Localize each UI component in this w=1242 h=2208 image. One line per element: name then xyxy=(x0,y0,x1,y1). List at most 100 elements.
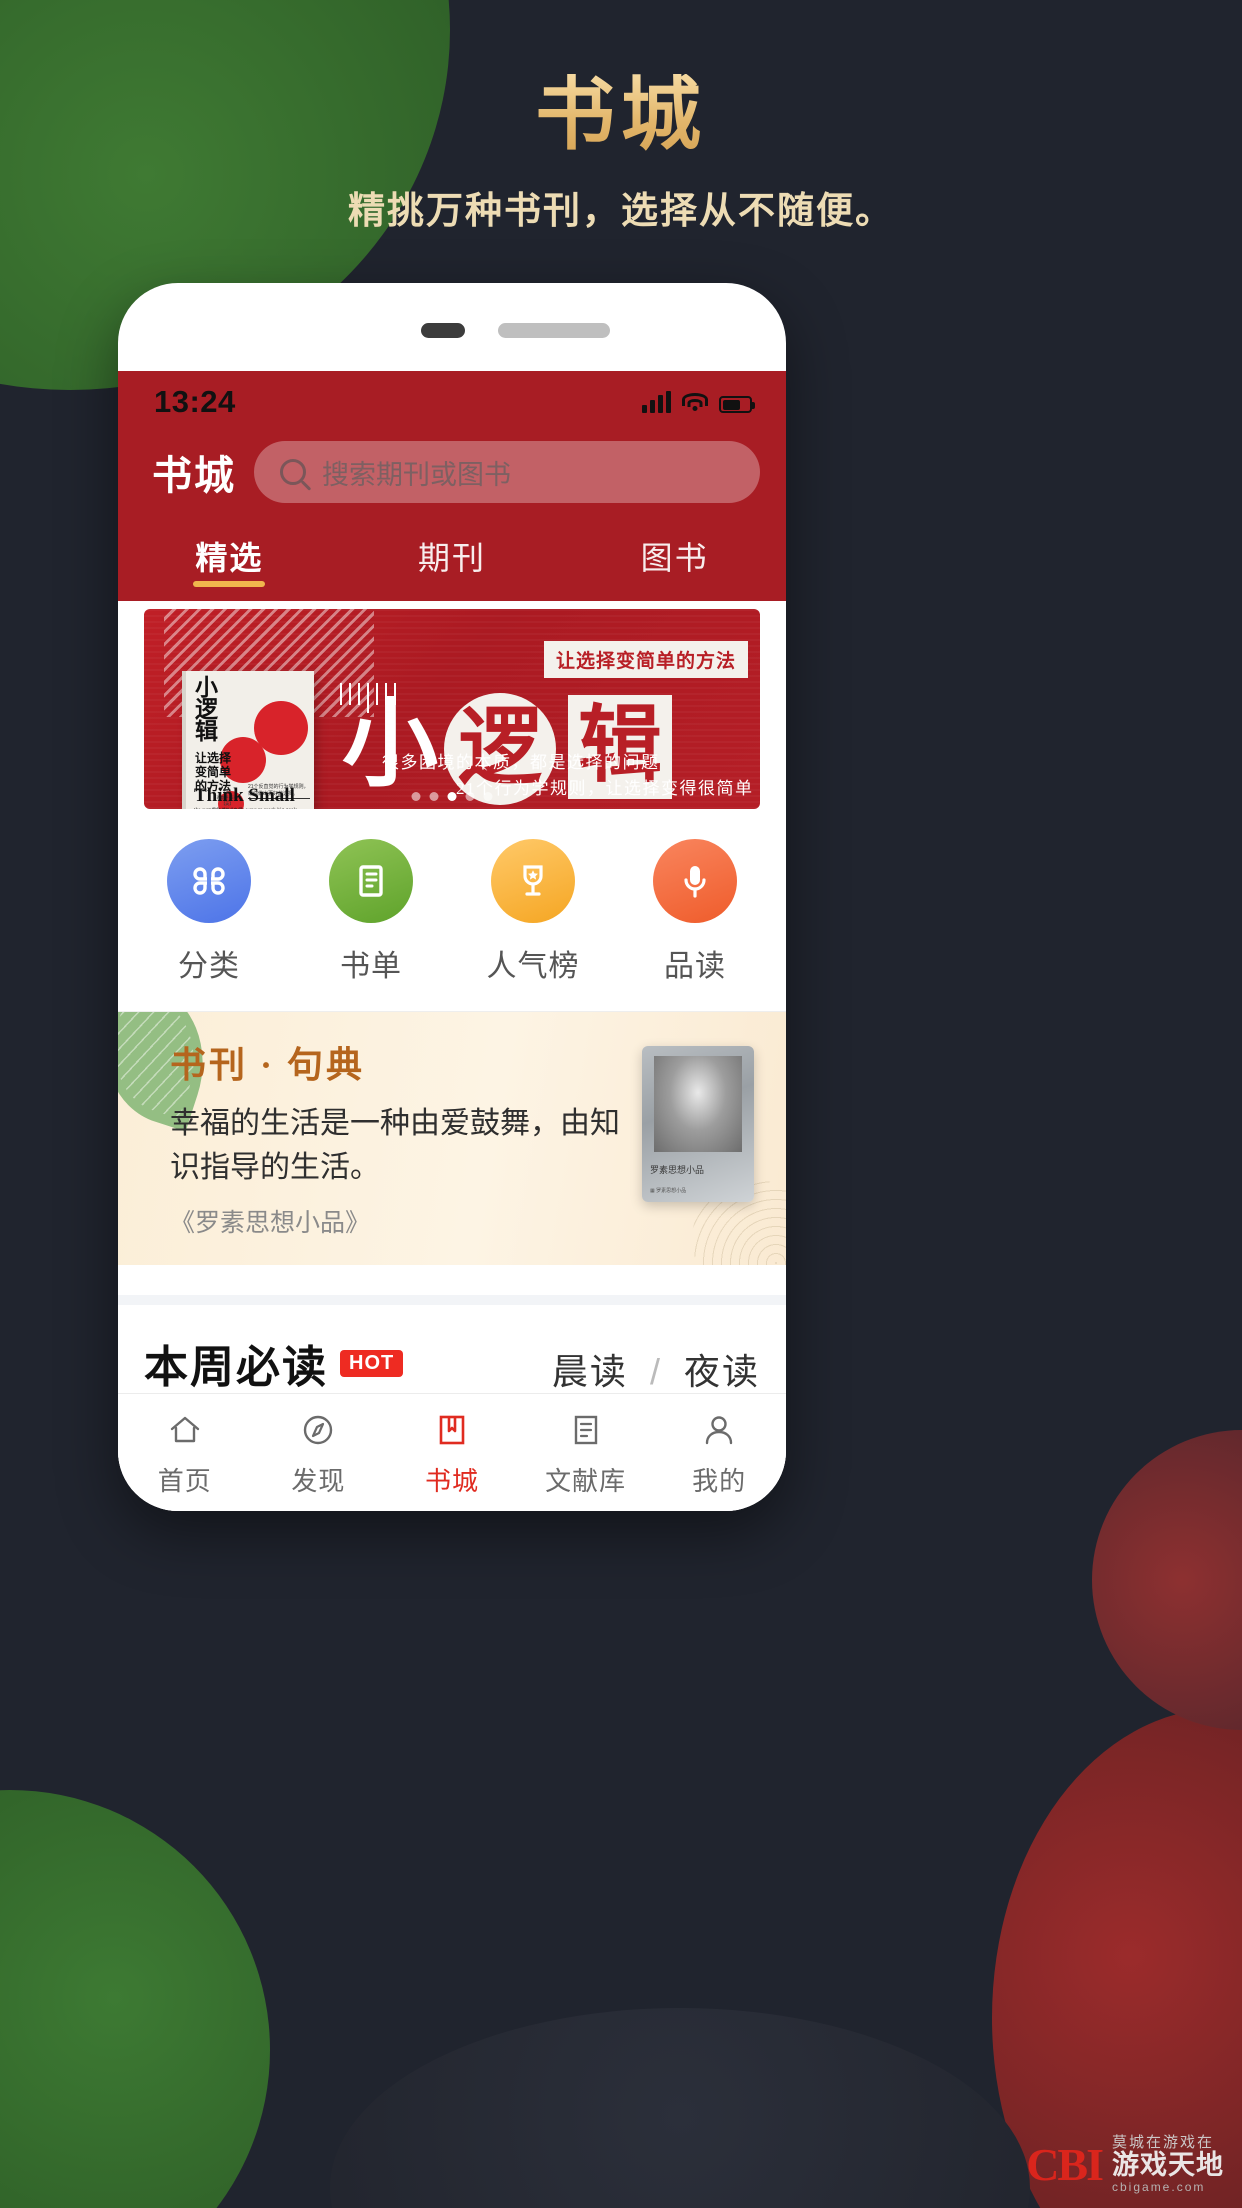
weekly-toggle[interactable]: 晨读 / 夜读 xyxy=(552,1343,760,1395)
category-tabs: 精选 期刊 图书 xyxy=(118,519,786,585)
banner-char-1: 小 xyxy=(342,691,438,798)
cover-english-sub: the surprisingly simple ways to reach bi… xyxy=(194,808,297,809)
quick-entry-popular[interactable]: 人气榜 xyxy=(452,839,614,985)
nav-item-bookstore[interactable]: 书城 xyxy=(385,1407,519,1498)
bookmark-icon xyxy=(385,1407,519,1453)
banner-section: 小逻辑 让选择变简单的方法 【英】理查德·泰勒【英】罗伯·梅特卡夫 著 21个反… xyxy=(118,601,786,809)
tab-tushu-label: 图书 xyxy=(640,540,709,576)
booklist-icon xyxy=(329,839,413,923)
watermark-line-2: 游戏天地 xyxy=(1112,2150,1224,2181)
quote-card[interactable]: 书刊 · 句典 幸福的生活是一种由爱鼓舞，由知识指导的生活。 《罗素思想小品》 … xyxy=(118,1012,786,1265)
nav-item-home[interactable]: 首页 xyxy=(118,1407,252,1498)
portrait-image xyxy=(654,1056,742,1152)
status-time: 13:24 xyxy=(154,384,236,419)
nav-item-library-label: 文献库 xyxy=(545,1466,627,1496)
speaker-grill xyxy=(498,323,610,338)
wifi-icon xyxy=(682,393,708,413)
hot-badge: HOT xyxy=(340,1349,404,1377)
weekly-title: 本周必读 xyxy=(144,1343,328,1392)
battery-icon xyxy=(719,396,755,413)
quick-entry-category-label: 分类 xyxy=(178,950,240,983)
watermark-line-1: 莫城在游戏在 xyxy=(1112,2133,1215,2151)
quick-entry-popular-label: 人气榜 xyxy=(486,950,580,983)
weekly-toggle-separator: / xyxy=(649,1351,662,1392)
banner-pagination-dots[interactable] xyxy=(411,792,493,801)
search-icon xyxy=(280,459,306,485)
quote-card-text: 幸福的生活是一种由爱鼓舞，由知识指导的生活。 xyxy=(170,1107,620,1184)
dot-2[interactable] xyxy=(429,792,439,801)
banner-line-2: 21个行为学规则，让选择变得很简单 xyxy=(456,779,754,798)
promo-banner[interactable]: 小逻辑 让选择变简单的方法 【英】理查德·泰勒【英】罗伯·梅特卡夫 著 21个反… xyxy=(144,609,760,809)
nav-item-library[interactable]: 文献库 xyxy=(519,1407,653,1498)
blob-red-right xyxy=(1092,1430,1242,1730)
thumbnail-caption: 罗素思想小品 xyxy=(650,1165,705,1175)
quick-entry-reading[interactable]: 品读 xyxy=(614,839,776,985)
section-gap xyxy=(118,1265,786,1295)
section-separator xyxy=(118,1295,786,1305)
tab-tushu[interactable]: 图书 xyxy=(563,523,786,585)
nav-item-bookstore-label: 书城 xyxy=(424,1466,479,1496)
nav-item-profile[interactable]: 我的 xyxy=(652,1407,786,1498)
cover-english-title: Think Smallthe surprisingly simple ways … xyxy=(194,785,297,809)
watermark-logo: CBI xyxy=(1026,2138,1104,2190)
grid-flower-icon xyxy=(167,839,251,923)
status-bar: 13:24 xyxy=(118,371,786,433)
search-input[interactable]: 搜索期刊或图书 xyxy=(254,441,760,503)
dot-1[interactable] xyxy=(411,792,421,801)
banner-book-cover: 小逻辑 让选择变简单的方法 【英】理查德·泰勒【英】罗伯·梅特卡夫 著 21个反… xyxy=(186,671,314,809)
weekly-section: 本周必读 HOT 晨读 / 夜读 xyxy=(118,1305,786,1395)
phone-top-bezel xyxy=(118,283,786,371)
page-title: 书城 xyxy=(0,74,1242,158)
quick-entry-category[interactable]: 分类 xyxy=(128,839,290,985)
status-icons xyxy=(642,391,755,413)
weekly-heading: 本周必读 HOT xyxy=(144,1331,404,1395)
phone-screen: 13:24 书城 搜索期刊或图书 精选 期刊 图书 小 逻 辑 让选择 变简单 … xyxy=(118,371,786,1511)
nav-item-profile-label: 我的 xyxy=(692,1466,747,1496)
phone-mockup: 13:24 书城 搜索期刊或图书 精选 期刊 图书 小 逻 辑 让选择 变简单 … xyxy=(118,283,786,1511)
banner-ribbon: 让选择变简单的方法 xyxy=(543,641,748,678)
blob-red-bottom-right xyxy=(992,1708,1242,2208)
tab-qikan-label: 期刊 xyxy=(418,540,487,576)
signal-bars-icon xyxy=(642,391,671,413)
thumbnail-footer: ▦ 罗素思想小品 xyxy=(650,1188,687,1194)
trophy-star-icon xyxy=(491,839,575,923)
nav-item-discover[interactable]: 发现 xyxy=(252,1407,386,1498)
quick-entry-booklist[interactable]: 书单 xyxy=(290,839,452,985)
cover-title: 小逻辑 xyxy=(195,675,218,745)
tab-jingxuan[interactable]: 精选 xyxy=(118,523,341,585)
blob-green-bottom-left xyxy=(0,1790,270,2208)
quick-entry-reading-label: 品读 xyxy=(664,950,726,983)
quote-card-source: 《罗素思想小品》 xyxy=(170,1209,371,1237)
nav-item-home-label: 首页 xyxy=(157,1466,212,1496)
watermark-text: 莫城在游戏在 游戏天地 cbigame.com xyxy=(1112,2133,1224,2194)
watermark-line-3: cbigame.com xyxy=(1112,2179,1206,2194)
blob-dark-bottom xyxy=(330,2008,1030,2208)
bottom-navigation: 首页 发现 书城 文献库 我的 xyxy=(118,1393,786,1511)
search-row: 书城 搜索期刊或图书 xyxy=(118,433,786,519)
quote-card-thumbnail[interactable]: 罗素思想小品 ▦ 罗素思想小品 xyxy=(642,1046,754,1202)
weekly-toggle-night[interactable]: 夜读 xyxy=(684,1351,760,1392)
banner-line-1: 很多困境的本质，都是选择的问题 xyxy=(382,753,660,772)
app-brand: 书城 xyxy=(152,453,236,498)
search-placeholder: 搜索期刊或图书 xyxy=(322,459,511,490)
person-icon xyxy=(652,1407,786,1453)
quick-entry-booklist-label: 书单 xyxy=(340,950,402,983)
camera-icon xyxy=(421,323,465,338)
quick-entry-row: 分类 书单 人气榜 品读 xyxy=(118,809,786,1012)
microphone-icon xyxy=(653,839,737,923)
library-icon xyxy=(519,1407,653,1453)
home-icon xyxy=(118,1407,252,1453)
tab-qikan[interactable]: 期刊 xyxy=(341,523,564,585)
dot-5[interactable] xyxy=(483,792,493,801)
dot-3[interactable] xyxy=(447,792,457,801)
nav-item-discover-label: 发现 xyxy=(291,1466,346,1496)
watermark: CBI 莫城在游戏在 游戏天地 cbigame.com xyxy=(1026,2133,1224,2194)
dot-4[interactable] xyxy=(465,792,475,801)
compass-icon xyxy=(252,1407,386,1453)
page-subtitle: 精挑万种书刊，选择从不随便。 xyxy=(348,191,894,232)
weekly-toggle-morning[interactable]: 晨读 xyxy=(552,1351,628,1392)
tab-jingxuan-label: 精选 xyxy=(195,540,264,576)
header-spacer xyxy=(118,585,786,601)
app-header: 13:24 书城 搜索期刊或图书 精选 期刊 图书 xyxy=(118,371,786,601)
page-header: 书城 精挑万种书刊，选择从不随便。 xyxy=(0,0,1242,234)
